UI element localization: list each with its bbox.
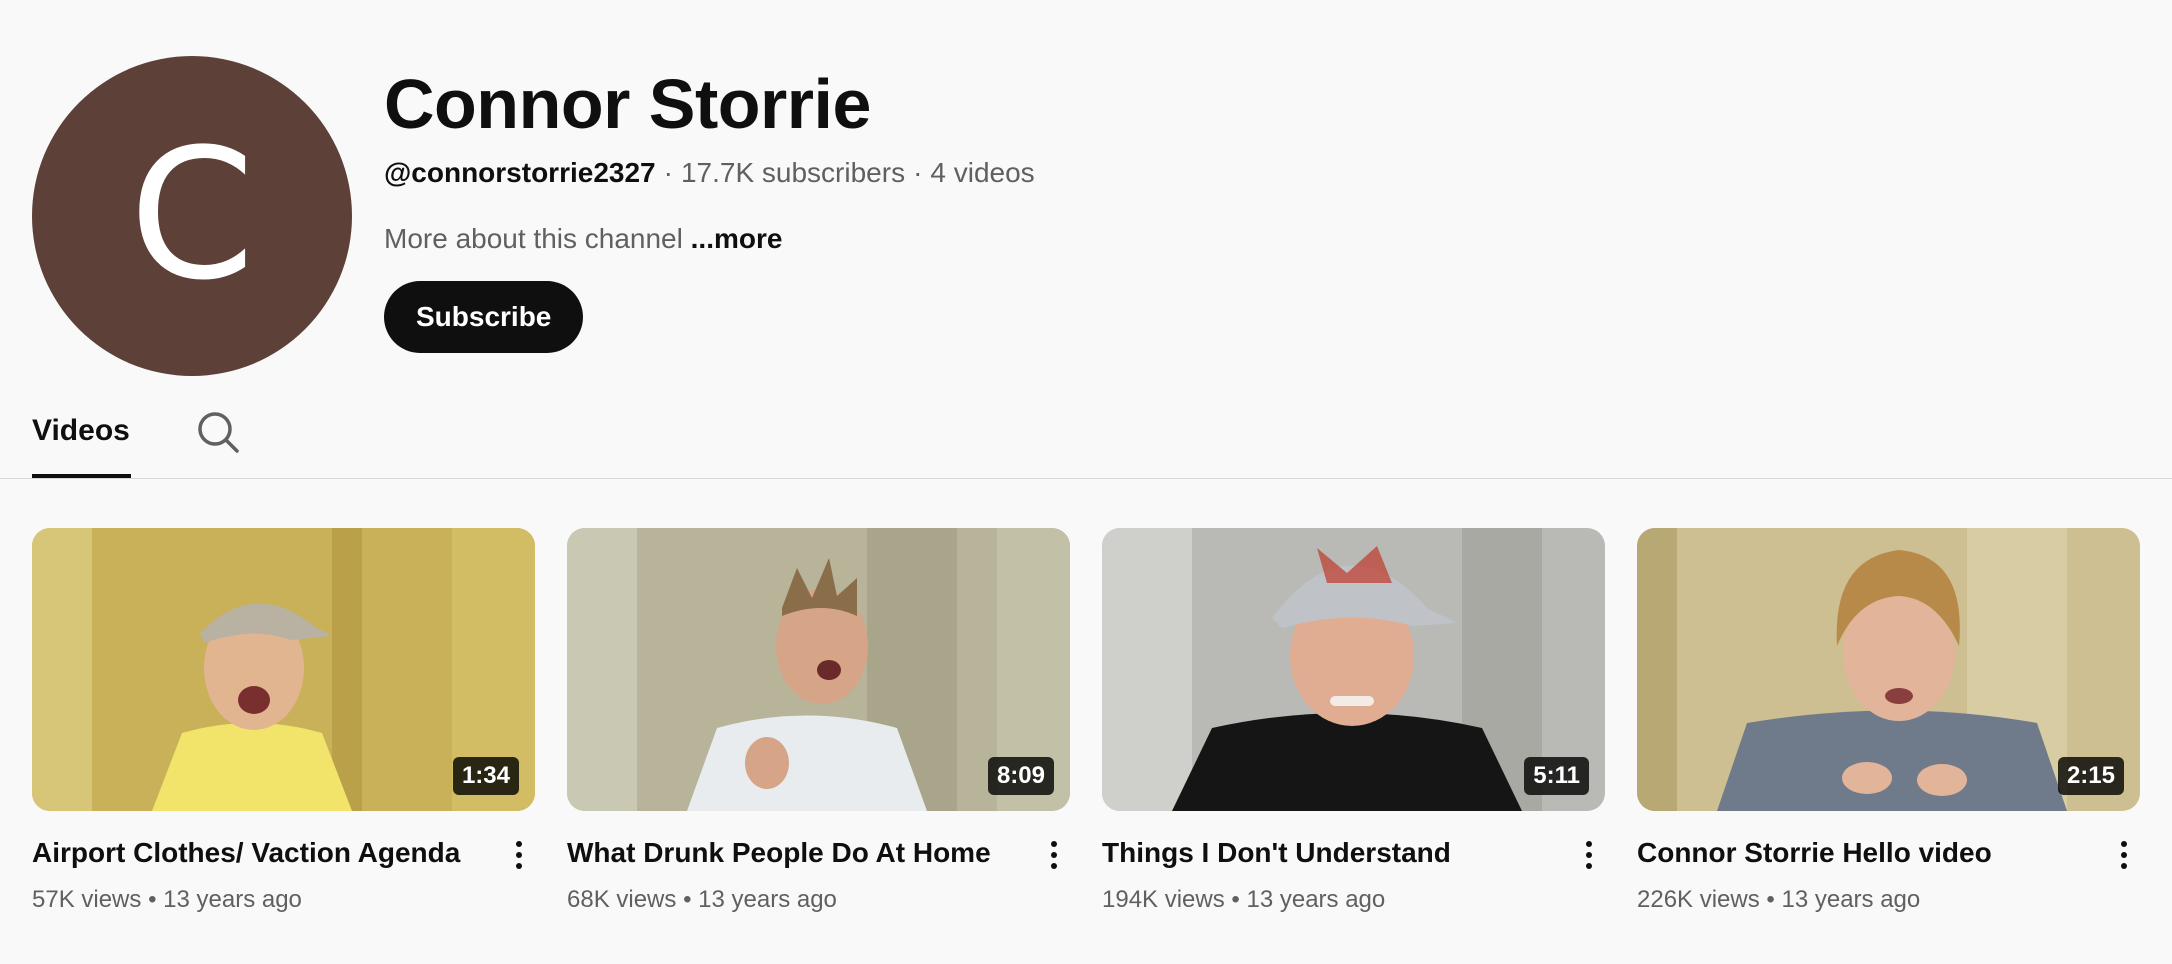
video-card[interactable]: 5:11 Things I Don't Understand 194K view… [1102,528,1605,914]
video-meta: 57K views • 13 years ago [32,886,460,914]
channel-tabs: Videos [0,396,2172,479]
video-title[interactable]: Things I Don't Understand [1102,835,1451,870]
channel-handle: @connorstorrie2327 [384,157,656,188]
more-actions-icon[interactable] [1036,835,1072,875]
upload-age: 13 years ago [1781,886,1921,913]
video-title[interactable]: What Drunk People Do At Home [567,835,991,870]
upload-age: 13 years ago [698,886,837,913]
upload-age: 13 years ago [163,886,302,913]
more-actions-icon[interactable] [1571,835,1607,875]
video-info: Airport Clothes/ Vaction Agenda 57K view… [32,835,460,914]
meta-dot: • [1766,886,1775,913]
channel-avatar[interactable]: C [32,56,352,376]
video-duration: 5:11 [1524,757,1589,795]
tab-videos[interactable]: Videos [32,414,130,448]
video-card[interactable]: 8:09 What Drunk People Do At Home 68K vi… [567,528,1070,914]
subscribe-button[interactable]: Subscribe [384,281,584,353]
video-duration: 1:34 [452,757,519,795]
video-thumbnail[interactable]: 5:11 [1102,528,1605,811]
video-meta: 194K views • 13 years ago [1102,886,1451,914]
more-actions-icon[interactable] [501,835,537,875]
subscriber-count: 17.7K subscribers [680,157,906,188]
channel-info: Connor Storrie @connorstorrie2327 · 17.7… [384,56,1035,353]
view-count: 68K views [567,886,677,913]
search-icon[interactable] [196,410,240,454]
video-info: Things I Don't Understand 194K views • 1… [1102,835,1451,914]
channel-title: Connor Storrie [384,65,871,143]
video-duration: 8:09 [987,757,1054,795]
avatar-letter: C [129,111,255,320]
video-thumbnail[interactable]: 2:15 [1637,528,2140,811]
video-details: Airport Clothes/ Vaction Agenda 57K view… [32,835,535,914]
view-count: 57K views [32,886,142,913]
meta-separator: · [913,157,923,188]
more-link[interactable]: ...more [691,223,783,254]
video-grid: 1:34 Airport Clothes/ Vaction Agenda 57K… [32,528,2140,914]
more-actions-icon[interactable] [2106,835,2142,875]
active-tab-indicator [32,474,131,478]
video-details: Connor Storrie Hello video 226K views • … [1637,835,2140,914]
view-count: 194K views [1102,886,1225,913]
meta-dot: • [148,886,157,913]
video-meta: 226K views • 13 years ago [1637,886,1992,914]
video-card[interactable]: 1:34 Airport Clothes/ Vaction Agenda 57K… [32,528,535,914]
channel-meta: @connorstorrie2327 · 17.7K subscribers ·… [384,157,1035,189]
meta-dot: • [683,886,692,913]
video-thumbnail[interactable]: 8:09 [567,528,1070,811]
video-info: Connor Storrie Hello video 226K views • … [1637,835,1992,914]
video-title[interactable]: Airport Clothes/ Vaction Agenda [32,835,460,870]
video-details: Things I Don't Understand 194K views • 1… [1102,835,1605,914]
description-text: More about this channel [384,223,683,254]
video-count: 4 videos [930,157,1035,188]
meta-dot: • [1231,886,1240,913]
video-card[interactable]: 2:15 Connor Storrie Hello video 226K vie… [1637,528,2140,914]
video-meta: 68K views • 13 years ago [567,886,991,914]
channel-page: C Connor Storrie @connorstorrie2327 · 17… [0,0,2172,964]
channel-header: C Connor Storrie @connorstorrie2327 · 17… [32,56,1035,376]
meta-separator: · [663,157,673,188]
upload-age: 13 years ago [1246,886,1386,913]
view-count: 226K views [1637,886,1760,913]
video-title[interactable]: Connor Storrie Hello video [1637,835,1992,870]
video-thumbnail[interactable]: 1:34 [32,528,535,811]
video-info: What Drunk People Do At Home 68K views •… [567,835,991,914]
channel-description[interactable]: More about this channel ...more [384,223,1035,255]
video-details: What Drunk People Do At Home 68K views •… [567,835,1070,914]
video-duration: 2:15 [2057,757,2124,795]
